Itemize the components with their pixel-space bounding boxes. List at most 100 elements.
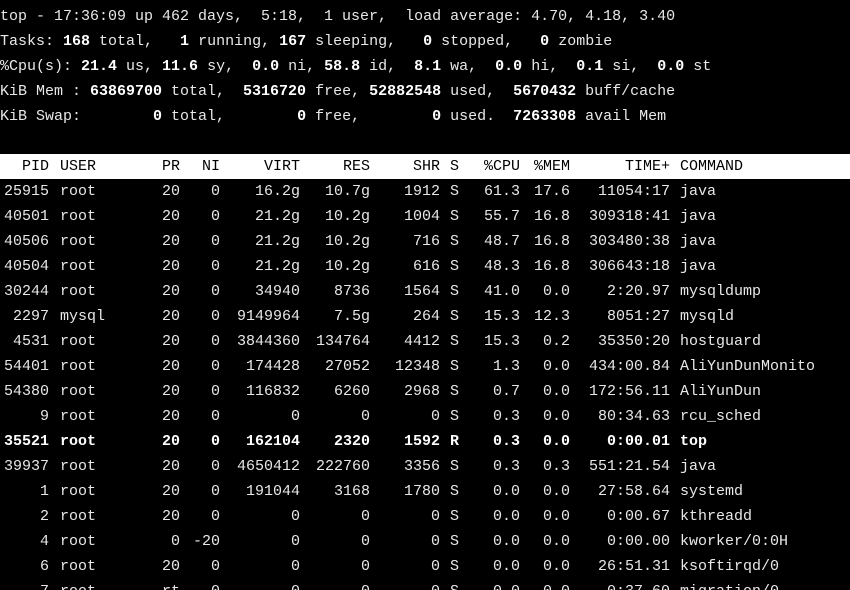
col-ni: NI bbox=[201, 158, 220, 175]
process-priority: 20 bbox=[161, 283, 180, 300]
process-nice: 0 bbox=[210, 208, 220, 225]
process-cpu: 0.0 bbox=[492, 533, 520, 550]
mem-used-label: used, bbox=[441, 83, 514, 100]
process-priority: 20 bbox=[161, 333, 180, 350]
col-command: COMMAND bbox=[680, 158, 744, 175]
process-cpu: 61.3 bbox=[483, 183, 520, 200]
process-command: systemd bbox=[680, 483, 744, 500]
process-user: root bbox=[60, 579, 150, 590]
process-shr: 0 bbox=[430, 558, 440, 575]
col-cpu: %CPU bbox=[483, 158, 520, 175]
process-shr: 4412 bbox=[403, 333, 440, 350]
mem-total: 63869700 bbox=[90, 83, 163, 100]
cpu-line: %Cpu(s): 21.4 us, 11.6 sy, 0.0 ni, 58.8 … bbox=[0, 54, 850, 79]
process-time: 11054:17 bbox=[597, 183, 670, 200]
mem-buff: 5670432 bbox=[513, 83, 577, 100]
process-shr: 716 bbox=[412, 233, 440, 250]
swap-avail: 7263308 bbox=[513, 108, 577, 125]
process-nice: 0 bbox=[210, 233, 220, 250]
process-mem: 0.3 bbox=[542, 458, 570, 475]
process-state: S bbox=[450, 383, 460, 400]
process-cpu: 0.0 bbox=[470, 579, 520, 590]
process-time: 80:34.63 bbox=[597, 408, 670, 425]
process-state: S bbox=[450, 508, 460, 525]
process-cpu: 15.3 bbox=[483, 308, 520, 325]
process-user: root bbox=[60, 208, 97, 225]
process-user: root bbox=[60, 258, 97, 275]
table-row: 25915 root 20 0 16.2g 10.7g 1912 S 61.3 17.6 11054… bbox=[0, 179, 850, 204]
process-shr: 1780 bbox=[403, 483, 440, 500]
process-user: root bbox=[60, 183, 97, 200]
cpu-us-label: us, bbox=[117, 58, 163, 75]
col-mem: %MEM bbox=[533, 158, 570, 175]
process-pid: 40501 bbox=[3, 208, 49, 225]
process-time: 0:00.67 bbox=[606, 508, 670, 525]
col-shr: SHR bbox=[412, 158, 440, 175]
process-time: 2:20.97 bbox=[606, 283, 670, 300]
cpu-sy-label: sy, bbox=[198, 58, 253, 75]
process-command: mysqldump bbox=[680, 283, 762, 300]
process-mem: 0.0 bbox=[542, 383, 570, 400]
cpu-wa: 8.1 bbox=[414, 58, 442, 75]
process-res: 0 bbox=[360, 408, 370, 425]
process-command: java bbox=[680, 258, 717, 275]
process-pid: 39937 bbox=[3, 458, 49, 475]
table-row: 2297 mysql 20 0 9149964 7.5g 264 S 15.3 12.3 8051:… bbox=[0, 304, 850, 329]
process-state: S bbox=[450, 208, 460, 225]
process-res: 222760 bbox=[315, 458, 370, 475]
process-time: 434:00.84 bbox=[588, 358, 670, 375]
tasks-total-label: total, bbox=[90, 33, 181, 50]
process-command: mysqld bbox=[680, 308, 735, 325]
process-state: S bbox=[450, 333, 460, 350]
process-user: mysql bbox=[60, 308, 106, 325]
cpu-hi: 0.0 bbox=[495, 58, 523, 75]
process-res: 10.2g bbox=[324, 233, 370, 250]
process-virt: 162104 bbox=[245, 433, 300, 450]
process-pid: 1 bbox=[39, 483, 49, 500]
table-row: 40501 root 20 0 21.2g 10.2g 1004 S 55.7 16.8 30931… bbox=[0, 204, 850, 229]
cpu-wa-label: wa, bbox=[441, 58, 496, 75]
swap-used: 0 bbox=[432, 108, 442, 125]
table-row: 2 root 20 0 0 0 0 S 0.0 0.0 0:00.67 kthreadd bbox=[0, 504, 850, 529]
table-row: 30244 root 20 0 34940 8736 1564 S 41.0 0.0 2:20.97… bbox=[0, 279, 850, 304]
process-user: root bbox=[60, 408, 97, 425]
process-cpu: 0.3 bbox=[492, 408, 520, 425]
process-time: 309318:41 bbox=[588, 208, 670, 225]
tasks-sleeping: 167 bbox=[279, 33, 307, 50]
process-mem: 0.0 bbox=[542, 358, 570, 375]
process-pid: 35521 bbox=[3, 433, 49, 450]
process-priority: 20 bbox=[161, 308, 180, 325]
process-pid: 54380 bbox=[3, 383, 49, 400]
process-res: 27052 bbox=[324, 358, 370, 375]
process-command: java bbox=[680, 233, 717, 250]
swap-prefix: KiB Swap: bbox=[0, 108, 154, 125]
cpu-sy: 11.6 bbox=[162, 58, 199, 75]
process-nice: 0 bbox=[210, 183, 220, 200]
process-virt: 21.2g bbox=[254, 258, 300, 275]
process-virt: 3844360 bbox=[236, 333, 300, 350]
terminal-window[interactable]: top - 17:36:09 up 462 days, 5:18, 1 user… bbox=[0, 4, 850, 590]
process-user: root bbox=[60, 383, 97, 400]
process-mem: 17.6 bbox=[533, 183, 570, 200]
process-shr: 1592 bbox=[403, 433, 440, 450]
swap-avail-label: avail Mem bbox=[576, 108, 667, 125]
tasks-running: 1 bbox=[180, 33, 190, 50]
process-state: S bbox=[450, 483, 460, 500]
process-state: S bbox=[450, 458, 460, 475]
process-user: root bbox=[60, 433, 97, 450]
swap-total: 0 bbox=[153, 108, 163, 125]
cpu-ni-label: ni, bbox=[279, 58, 325, 75]
process-state: S bbox=[450, 258, 460, 275]
process-res: 6260 bbox=[333, 383, 370, 400]
process-res: 2320 bbox=[333, 433, 370, 450]
process-virt: 0 bbox=[290, 558, 300, 575]
mem-free: 5316720 bbox=[243, 83, 307, 100]
process-mem: 0.0 bbox=[520, 579, 570, 590]
process-res: 10.2g bbox=[324, 208, 370, 225]
process-state: R bbox=[450, 433, 460, 450]
process-pid: 4531 bbox=[12, 333, 49, 350]
process-mem: 16.8 bbox=[533, 258, 570, 275]
process-cpu: 0.3 bbox=[492, 433, 520, 450]
process-mem: 16.8 bbox=[533, 233, 570, 250]
process-nice: 0 bbox=[210, 358, 220, 375]
